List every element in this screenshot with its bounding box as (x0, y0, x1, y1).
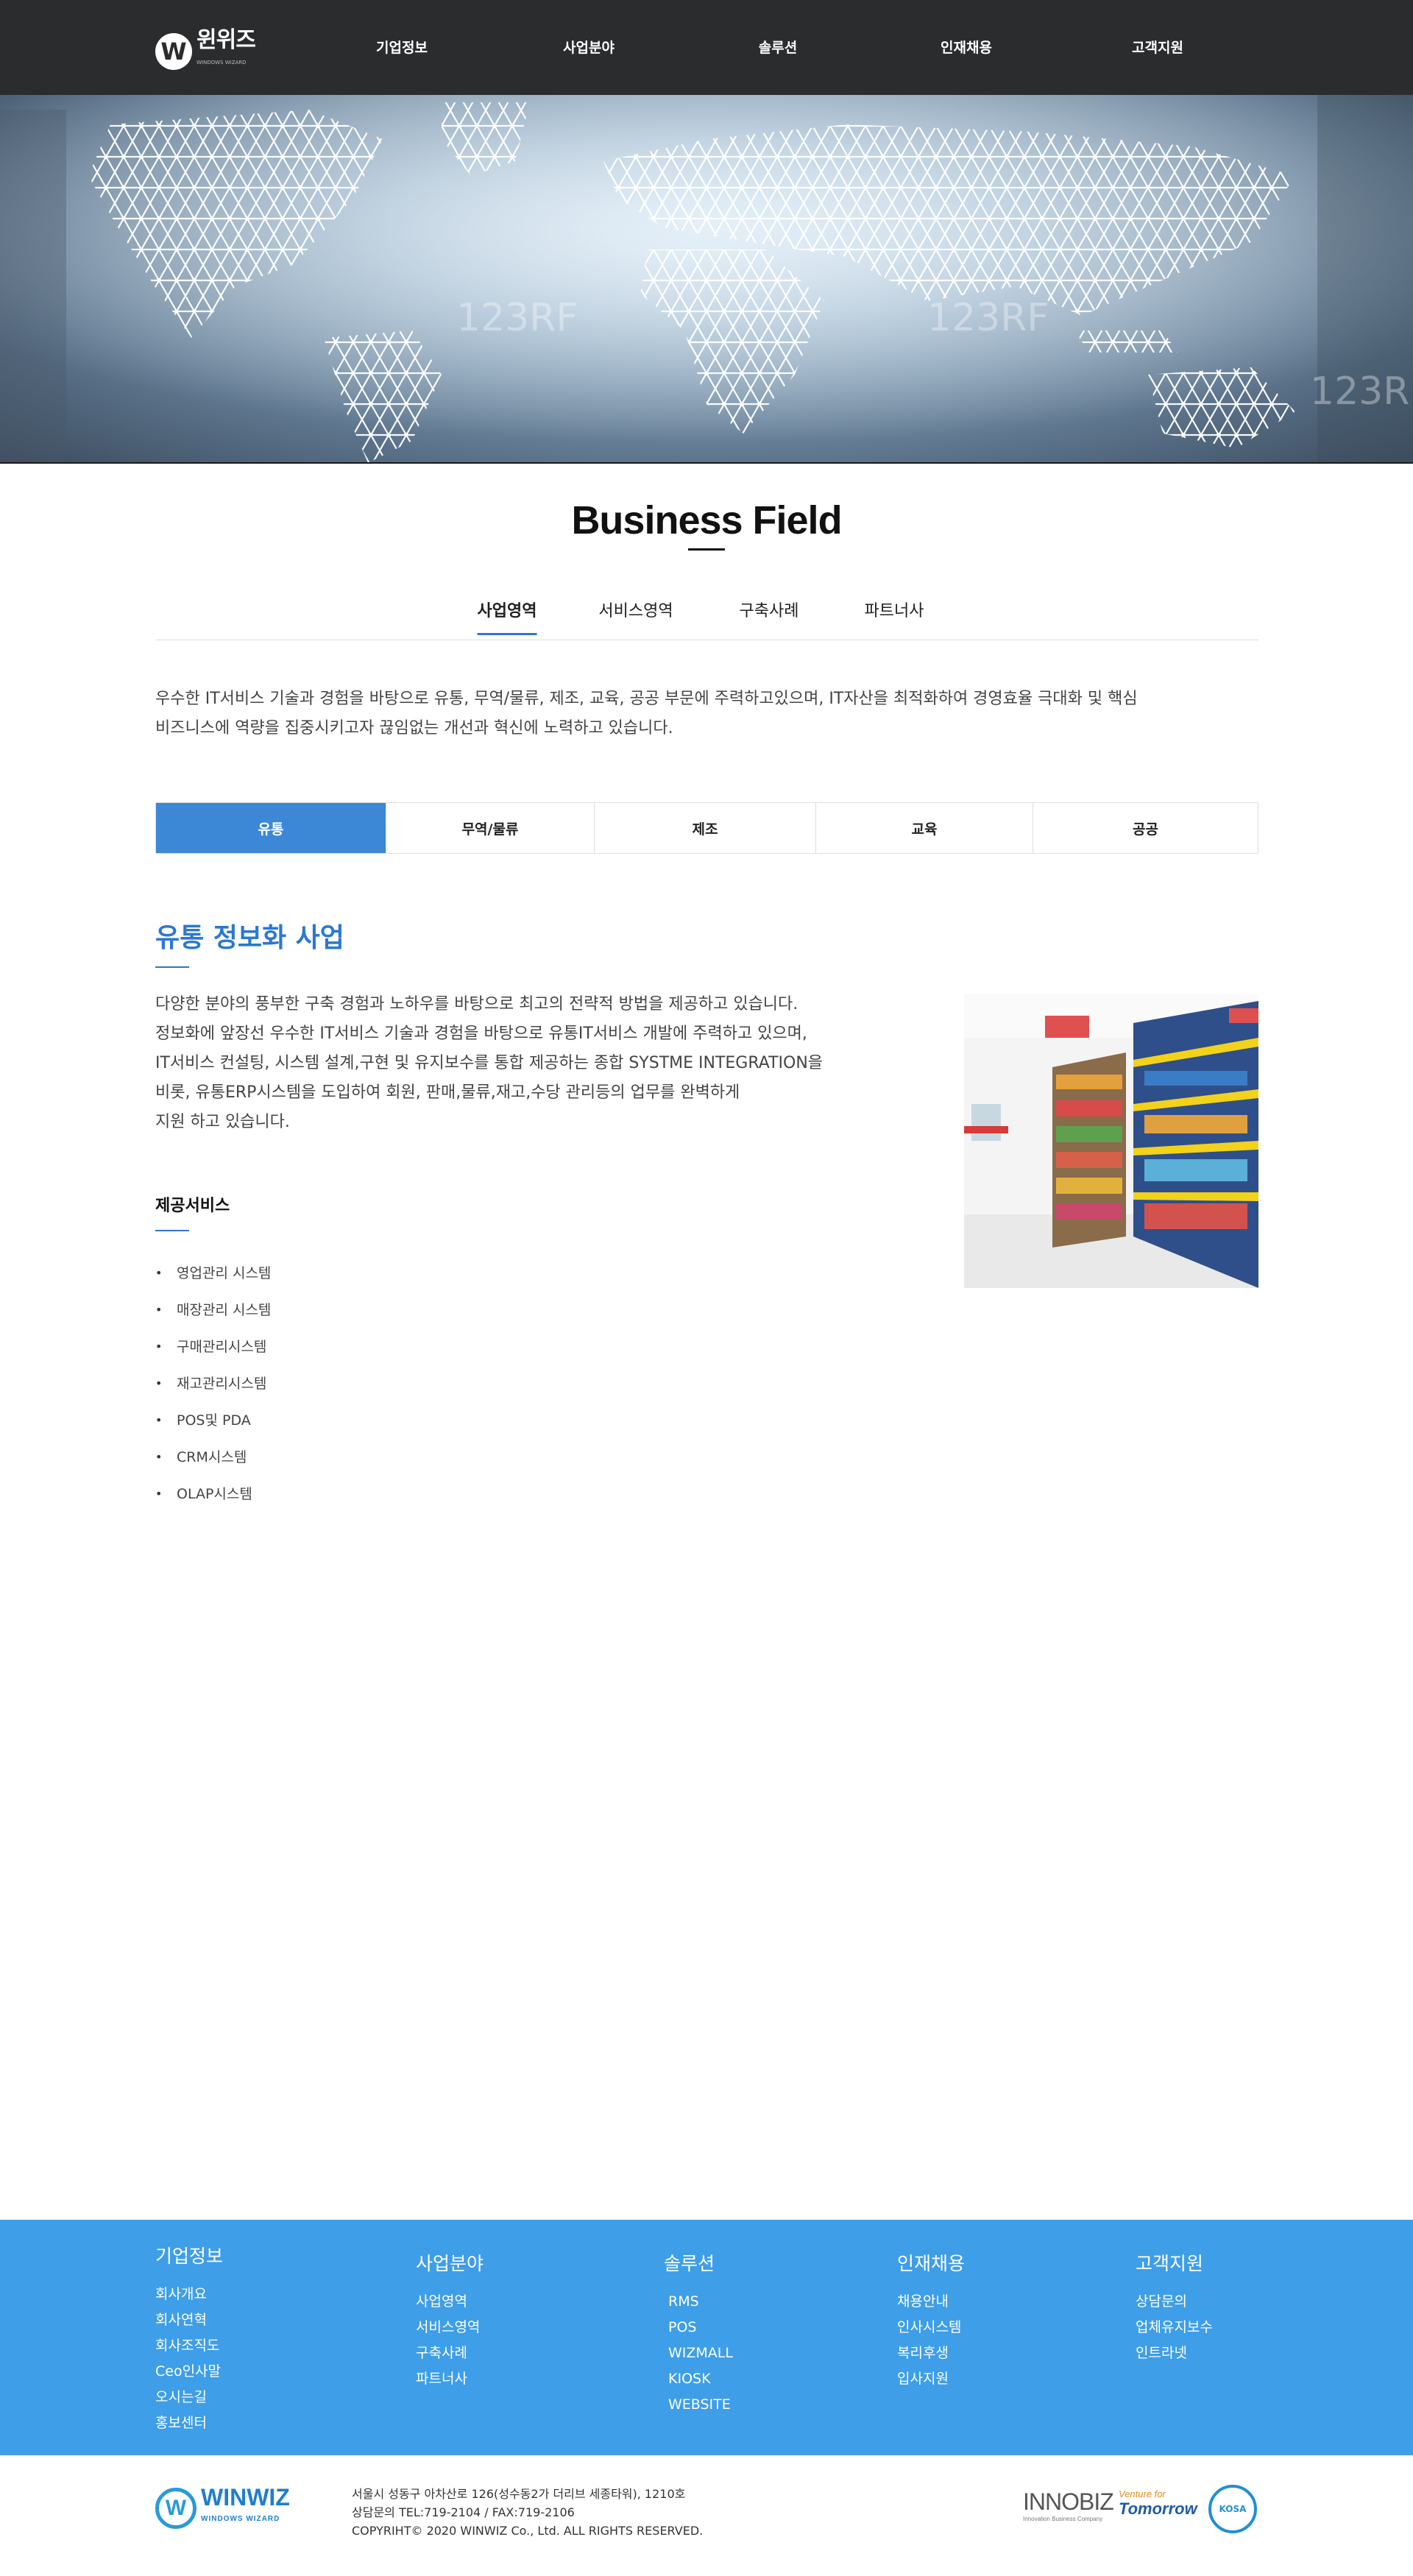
innobiz-logo: INNOBIZ Innovation Business Company (1023, 2488, 1114, 2522)
footer-col-title[interactable]: 솔루션 (664, 2249, 733, 2276)
list-item: 재고관리시스템 (155, 1373, 271, 1409)
desc-line-3: IT서비스 컨설팅, 시스템 설계,구현 및 유지보수를 통합 제공하는 종합 … (155, 1054, 824, 1072)
services-list: 영업관리 시스템 매장관리 시스템 구매관리시스템 재고관리시스템 POS및 P… (155, 1262, 271, 1520)
footer-link[interactable]: 서비스영역 (416, 2315, 484, 2340)
footer-link[interactable]: 복리후생 (897, 2340, 965, 2366)
footer-link[interactable]: 회사연혁 (155, 2307, 223, 2333)
hero-watermark-2: 123RF (927, 296, 1049, 340)
footer-link[interactable]: KIOSK (664, 2366, 733, 2392)
subtab-manufacturing[interactable]: 제조 (595, 803, 816, 853)
nav-item-recruit[interactable]: 인재채용 (941, 37, 992, 57)
nav-item-support[interactable]: 고객지원 (1132, 37, 1183, 57)
desc-line-4: 비롯, 유통ERP시스템을 도입하여 회원, 판매,물류,재고,수당 관리등의 … (155, 1083, 740, 1102)
tab-business-area[interactable]: 사업영역 (477, 598, 537, 635)
footer-col-business: 사업분야 사업영역 서비스영역 구축사례 파트너사 (416, 2249, 484, 2392)
intro-line-1: 우수한 IT서비스 기술과 경험을 바탕으로 유통, 무역/물류, 제조, 교육… (155, 690, 1138, 708)
footer-link[interactable]: RMS (664, 2289, 733, 2315)
services-underline (155, 1230, 189, 1231)
list-item: 구매관리시스템 (155, 1336, 271, 1373)
store-shelves-photo (964, 994, 1258, 1288)
footer-link[interactable]: 사업영역 (416, 2289, 484, 2315)
list-item: 매장관리 시스템 (155, 1299, 271, 1336)
desc-line-2: 정보화에 앞장선 우수한 IT서비스 기술과 경험을 바탕으로 유통IT서비스 … (155, 1025, 807, 1043)
services-title: 제공서비스 (155, 1197, 230, 1215)
tab-service-area[interactable]: 서비스영역 (598, 598, 673, 633)
title-underline (688, 548, 725, 551)
company-info: 서울시 성동구 아차산로 126(성수동2가 더리브 세종타워), 1210호 … (352, 2485, 703, 2540)
list-item: CRM시스템 (155, 1446, 271, 1483)
subtab-public[interactable]: 공공 (1033, 803, 1258, 853)
hero-divider (0, 462, 1413, 464)
footer-link[interactable]: 파트너사 (416, 2366, 484, 2392)
industry-tabs: 유통 무역/물류 제조 교육 공공 (155, 802, 1258, 854)
certification-badge-icon: KOSA (1208, 2485, 1257, 2533)
footer-logo-name: WINWIZ (201, 2484, 290, 2510)
footer-link[interactable]: 홍보센터 (155, 2410, 223, 2436)
venture-text: Tomorrow (1119, 2499, 1197, 2518)
footer-link[interactable]: 채용안내 (897, 2289, 965, 2315)
footer-link[interactable]: 구축사례 (416, 2340, 484, 2366)
subtab-education[interactable]: 교육 (816, 803, 1033, 853)
nav-item-company[interactable]: 기업정보 (376, 37, 428, 57)
venture-top: Venture for (1119, 2488, 1166, 2499)
footer-link[interactable]: 입사지원 (897, 2366, 965, 2392)
footer-col-title[interactable]: 사업분야 (416, 2249, 484, 2276)
copyright-text: COPYRIHT© 2020 WINWIZ Co., Ltd. ALL RIGH… (352, 2524, 704, 2538)
venture-logo: Venture for Tomorrow (1119, 2488, 1197, 2519)
innobiz-text: INNOBIZ (1023, 2488, 1114, 2515)
nav-item-solution[interactable]: 솔루션 (759, 37, 797, 57)
section-title: 유통 정보화 사업 (155, 923, 344, 953)
world-map-network-image: 123RF 123RF 123RF (0, 95, 1413, 463)
company-address: 서울시 성동구 아차산로 126(성수동2가 더리브 세종타워), 1210호 (352, 2487, 686, 2501)
footer-col-company: 기업정보 회사개요 회사연혁 회사조직도 Ceo인사말 오시는길 홍보센터 (155, 2242, 223, 2436)
footer-link[interactable]: POS (664, 2315, 733, 2340)
content-tabs: 사업영역 서비스영역 구축사례 파트너사 (155, 598, 1258, 640)
footer-link[interactable]: 오시는길 (155, 2385, 223, 2410)
list-item: POS및 PDA (155, 1409, 271, 1446)
footer-logo-text: WINWIZ WINDOWS WIZARD (201, 2484, 290, 2530)
hero-banner: 123RF 123RF 123RF (0, 95, 1413, 463)
footer-bottom: W WINWIZ WINDOWS WIZARD 서울시 성동구 아차산로 126… (0, 2455, 1413, 2576)
nav-item-business[interactable]: 사업분야 (563, 37, 615, 57)
footer-col-title[interactable]: 인재채용 (897, 2249, 965, 2276)
hero-watermark-1: 123RF (456, 296, 578, 340)
footer-link[interactable]: WEBSITE (664, 2392, 733, 2418)
intro-text: 우수한 IT서비스 기술과 경험을 바탕으로 유통, 무역/물류, 제조, 교육… (155, 684, 1259, 743)
footer-col-title[interactable]: 기업정보 (155, 2242, 223, 2268)
footer-link[interactable]: 상담문의 (1136, 2289, 1213, 2315)
page-title: Business Field (571, 498, 842, 542)
innobiz-sub: Innovation Business Company (1023, 2516, 1103, 2522)
footer-col-solution: 솔루션 RMS POS WIZMALL KIOSK WEBSITE (664, 2249, 733, 2418)
footer-link[interactable]: WIZMALL (664, 2340, 733, 2366)
section-description: 다양한 분야의 풍부한 구축 경험과 노하우를 바탕으로 최고의 전략적 방법을… (155, 990, 891, 1137)
site-header: W 윈위즈 WINDOWS WIZARD 기업정보 사업분야 솔루션 인재채용 … (0, 0, 1413, 95)
main-nav: 기업정보 사업분야 솔루션 인재채용 고객지원 (0, 37, 1413, 59)
list-item: OLAP시스템 (155, 1483, 271, 1520)
site-footer: 기업정보 회사개요 회사연혁 회사조직도 Ceo인사말 오시는길 홍보센터 사업… (0, 2220, 1413, 2455)
intro-line-2: 비즈니스에 역량을 집중시키고자 끊임없는 개선과 혁신에 노력하고 있습니다. (155, 719, 673, 737)
tab-case-studies[interactable]: 구축사례 (740, 598, 799, 633)
footer-col-support: 고객지원 상담문의 업체유지보수 인트라넷 (1136, 2249, 1213, 2366)
footer-logo-mark: W (155, 2488, 196, 2529)
list-item: 영업관리 시스템 (155, 1262, 271, 1299)
tab-partners[interactable]: 파트너사 (865, 598, 924, 633)
subtab-distribution[interactable]: 유통 (156, 803, 386, 853)
footer-link[interactable]: 업체유지보수 (1136, 2315, 1213, 2340)
footer-link[interactable]: 회사개요 (155, 2282, 223, 2307)
company-contact: 상담문의 TEL:719-2104 / FAX:719-2106 (352, 2505, 575, 2519)
footer-link[interactable]: Ceo인사말 (155, 2359, 223, 2385)
subtab-trade-logistics[interactable]: 무역/물류 (386, 803, 595, 853)
footer-logo-sub: WINDOWS WIZARD (201, 2515, 280, 2523)
footer-link[interactable]: 인트라넷 (1136, 2340, 1213, 2366)
footer-logo[interactable]: W WINWIZ WINDOWS WIZARD (155, 2484, 290, 2530)
footer-link[interactable]: 인사시스템 (897, 2315, 965, 2340)
hero-watermark-3: 123RF (1310, 369, 1413, 414)
footer-col-recruit: 인재채용 채용안내 인사시스템 복리후생 입사지원 (897, 2249, 965, 2392)
footer-link[interactable]: 회사조직도 (155, 2333, 223, 2359)
desc-line-1: 다양한 분야의 풍부한 구축 경험과 노하우를 바탕으로 최고의 전략적 방법을… (155, 995, 798, 1013)
section-underline (155, 966, 189, 968)
desc-line-5: 지원 하고 있습니다. (155, 1113, 290, 1131)
footer-col-title[interactable]: 고객지원 (1136, 2249, 1213, 2276)
